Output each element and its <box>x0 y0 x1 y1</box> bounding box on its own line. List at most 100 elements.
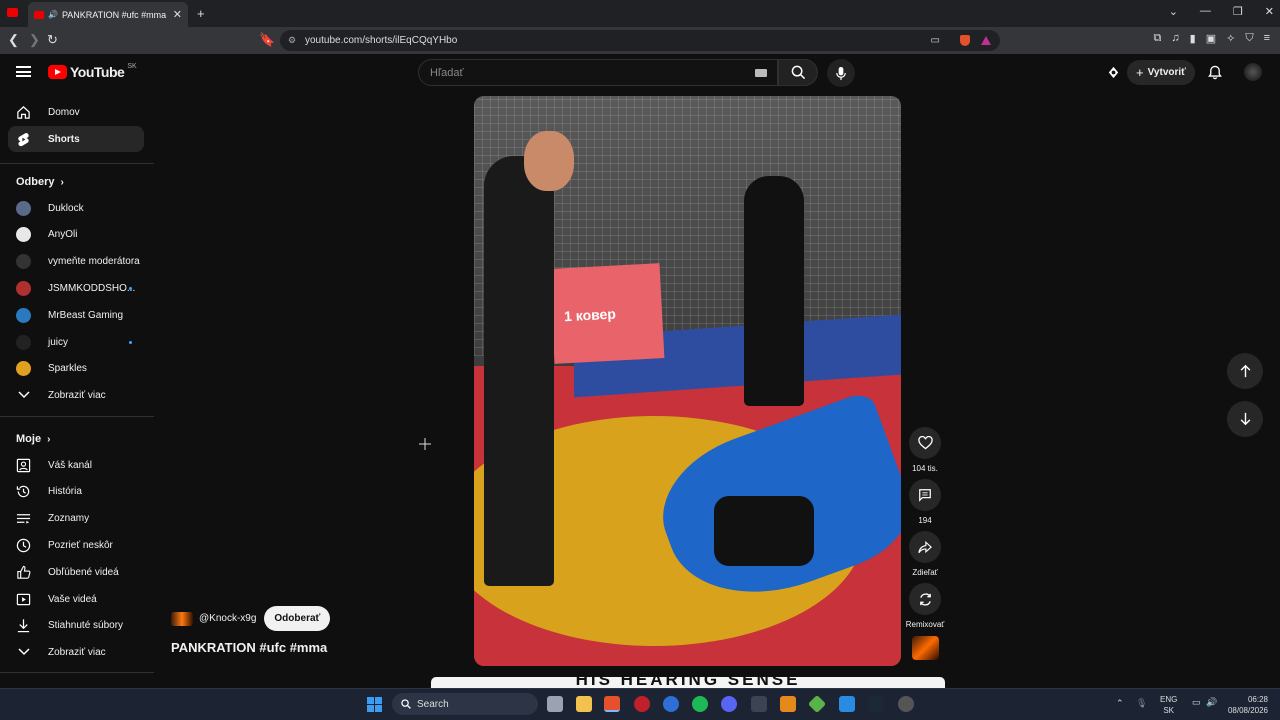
youtube-logo[interactable]: YouTube SK <box>48 62 137 80</box>
short-video-player[interactable]: 1 ковер <box>474 96 901 666</box>
sidebar-subscription-item[interactable]: Sparkles <box>8 356 144 382</box>
site-info-icon[interactable]: ⚙ <box>288 35 296 46</box>
watch-later-icon <box>16 538 31 553</box>
sidebar-show-more-you[interactable]: Zobraziť viac <box>8 639 144 665</box>
tab-close-icon[interactable]: ✕ <box>173 8 182 21</box>
taskbar-search[interactable]: Search <box>392 693 538 715</box>
microphone-tray-icon[interactable]: 🎙 <box>1136 698 1147 709</box>
sidebar-divider <box>0 416 154 417</box>
sidebar-subscription-item[interactable]: MrBeast Gaming <box>8 302 144 328</box>
shorts-remix-icon[interactable] <box>1105 64 1121 80</box>
create-label: Vytvoriť <box>1147 67 1186 78</box>
comment-count: 194 <box>918 516 932 525</box>
sidebar-toggle-icon[interactable]: ▮ <box>1190 32 1196 45</box>
sidebar-subscription-item[interactable]: AnyOli <box>8 222 144 248</box>
sound-thumbnail[interactable] <box>912 636 939 660</box>
voice-search-button[interactable] <box>827 59 855 87</box>
share-label: Zdieľať <box>912 568 938 577</box>
search-input[interactable]: Hľadať <box>418 59 778 86</box>
you-section-title[interactable]: Moje › <box>16 433 50 445</box>
forward-icon[interactable]: ❯ <box>29 32 40 48</box>
previous-short-button[interactable] <box>1227 353 1263 389</box>
app-icon-gear[interactable] <box>898 696 914 712</box>
back-icon[interactable]: ❮ <box>8 32 19 48</box>
share-button[interactable]: Zdieľať <box>908 531 942 577</box>
browser-tab[interactable]: 🔊 PANKRATION #ufc #mma - YouTube ✕ <box>28 2 188 27</box>
new-tab-icon[interactable]: + <box>197 6 205 21</box>
media-icon[interactable]: ♫ <box>1171 32 1179 45</box>
steam-icon[interactable] <box>868 696 884 712</box>
minimize-icon[interactable]: — <box>1200 5 1211 18</box>
spotify-icon[interactable] <box>692 696 708 712</box>
sidebar-item-liked-videos[interactable]: Obľúbené videá <box>8 559 144 585</box>
comments-button[interactable]: 194 <box>908 479 942 525</box>
like-button[interactable]: 104 tis. <box>908 427 942 473</box>
subscribe-button[interactable]: Odoberať <box>264 606 331 631</box>
short-title[interactable]: PANKRATION #ufc #mma <box>171 640 327 655</box>
chevron-right-icon: › <box>47 433 51 445</box>
country-code: SK <box>127 62 137 70</box>
rewards-icon[interactable] <box>981 36 991 45</box>
sidebar-item-shorts[interactable]: Shorts <box>8 126 144 152</box>
sidebar-item-your-channel[interactable]: Váš kanál <box>8 452 144 478</box>
like-count: 104 tis. <box>912 464 938 473</box>
sidebar-subscription-item[interactable]: vymeňte moderátora <box>8 249 144 275</box>
notifications-bell-icon[interactable] <box>1207 64 1223 80</box>
app-icon-edit[interactable] <box>839 696 855 712</box>
brave-browser-icon[interactable] <box>604 696 620 712</box>
sidebar-item-downloads[interactable]: Stiahnuté súbory <box>8 613 144 639</box>
sidebar-item-label: Vaše videá <box>48 593 97 605</box>
windows-start-icon[interactable] <box>367 697 382 712</box>
half-life-icon[interactable] <box>780 696 796 712</box>
remix-button[interactable]: Remixovať <box>906 583 944 629</box>
hamburger-menu-icon[interactable] <box>16 66 31 77</box>
keyboard-icon[interactable] <box>755 69 767 77</box>
close-window-icon[interactable]: ✕ <box>1265 5 1274 18</box>
sidebar-show-more-subscriptions[interactable]: Zobraziť viac <box>8 382 144 408</box>
app-icon-red[interactable] <box>634 696 650 712</box>
speaker-icon[interactable]: 🔊 <box>48 10 58 19</box>
create-button[interactable]: + Vytvoriť <box>1127 60 1195 85</box>
file-explorer-icon[interactable] <box>576 696 592 712</box>
language-indicator[interactable]: ENG SK <box>1160 694 1177 716</box>
restore-icon[interactable]: ❐ <box>1233 5 1243 18</box>
volume-icon[interactable]: 🔊 <box>1206 697 1217 708</box>
playlists-icon <box>16 511 31 526</box>
discord-icon[interactable] <box>721 696 737 712</box>
app-icon-letter-a[interactable] <box>751 696 767 712</box>
account-avatar[interactable] <box>1244 63 1262 81</box>
sidebar-item-your-videos[interactable]: Vaše videá <box>8 586 144 612</box>
next-short-button[interactable] <box>1227 401 1263 437</box>
downloads-icon <box>16 618 31 633</box>
sidebar-subscription-item[interactable]: JSMMKODDSHO... <box>8 275 144 301</box>
search-button[interactable] <box>778 59 818 86</box>
channel-avatar[interactable] <box>171 611 193 626</box>
app-icon-blue[interactable] <box>663 696 679 712</box>
sidebar-subscription-item[interactable]: juicy <box>8 329 144 355</box>
sidebar-item-label: Zobraziť viac <box>48 646 106 658</box>
brave-shield-icon[interactable] <box>960 35 970 46</box>
vpn-icon[interactable]: ⛉ <box>1245 32 1253 45</box>
tray-chevron-up-icon[interactable]: ⌃ <box>1116 698 1124 709</box>
sidebar-item-playlists[interactable]: Zoznamy <box>8 506 144 532</box>
sidebar-item-home[interactable]: Domov <box>8 99 144 125</box>
url-field[interactable]: ⚙ youtube.com/shorts/ilEqCQqYHbo ▭ <box>280 30 1000 51</box>
channel-name[interactable]: @Knock-x9g <box>199 613 256 624</box>
leo-ai-icon[interactable]: ✧ <box>1226 32 1235 45</box>
task-view-icon[interactable] <box>547 696 563 712</box>
subscriptions-section-title[interactable]: Odbery › <box>16 176 64 188</box>
extensions-icon[interactable]: ⧉ <box>1154 32 1162 45</box>
bookmark-icon[interactable]: 🔖 <box>259 32 275 48</box>
wallet-icon[interactable]: ▣ <box>1206 32 1216 45</box>
tab-list-chevron-icon[interactable]: ⌄ <box>1169 5 1178 18</box>
tab-search-icon[interactable] <box>7 8 18 17</box>
cast-icon[interactable]: ▭ <box>931 35 940 46</box>
menu-icon[interactable]: ≡ <box>1264 32 1270 45</box>
sidebar-item-watch-later[interactable]: Pozrieť neskôr <box>8 532 144 558</box>
reload-icon[interactable]: ↻ <box>47 32 58 48</box>
network-icon[interactable]: ▭ <box>1192 697 1201 708</box>
next-short-caption-preview[interactable]: HIS HEARING SENSE <box>431 677 945 688</box>
sidebar-item-history[interactable]: História <box>8 479 144 505</box>
taskbar-clock[interactable]: 06:28 08/08/2026 <box>1222 694 1268 716</box>
sidebar-subscription-item[interactable]: Duklock <box>8 195 144 221</box>
